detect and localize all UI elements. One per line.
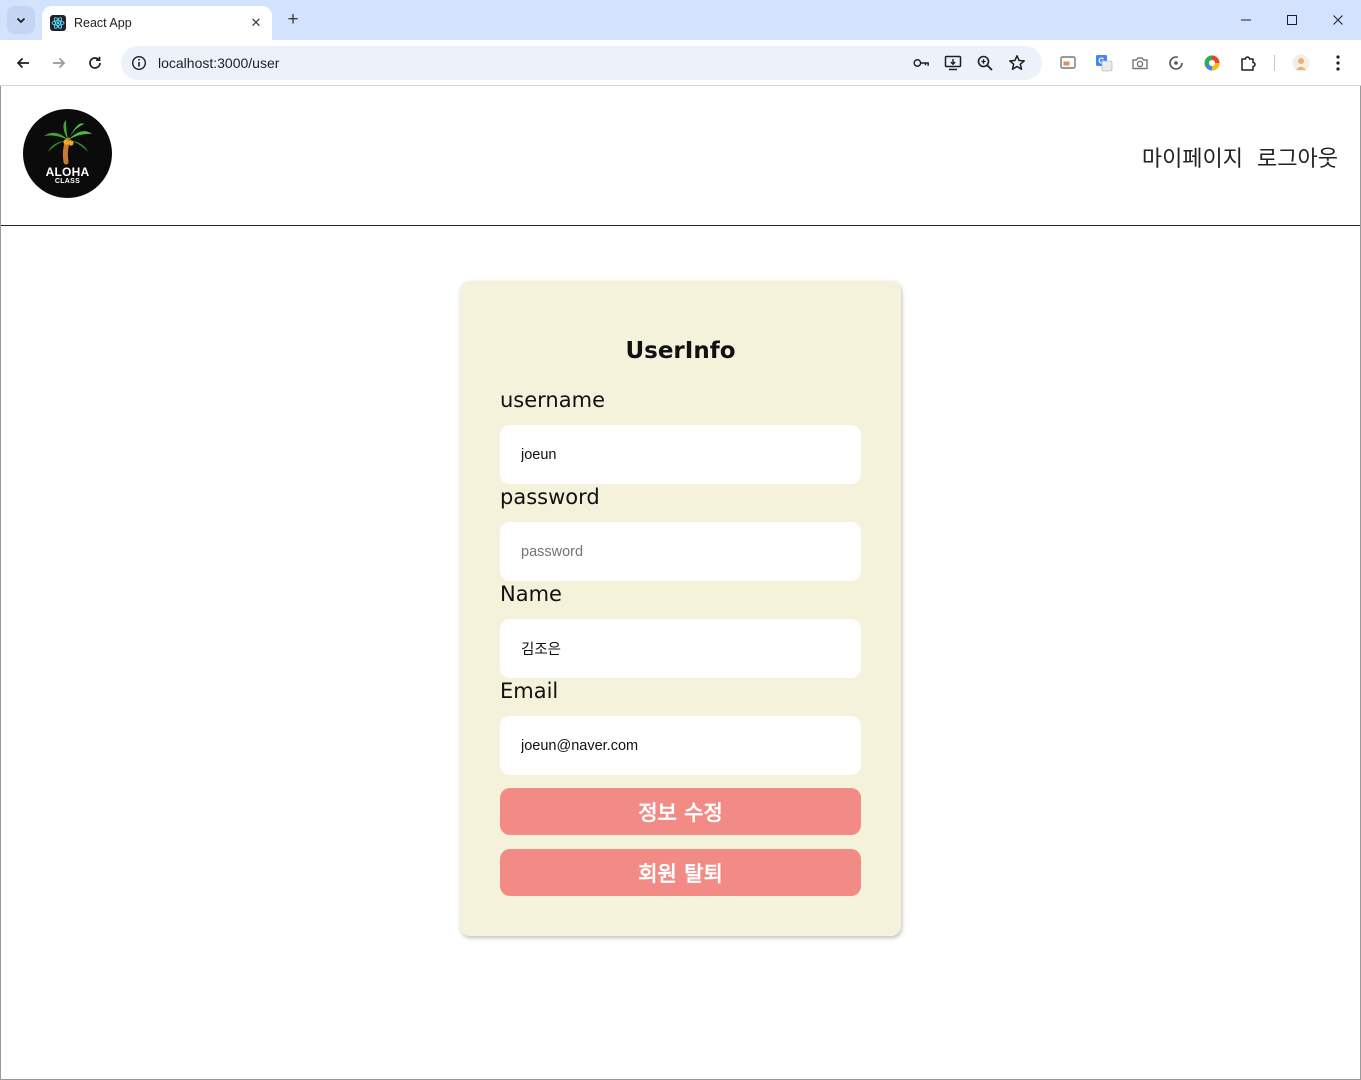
logo-subtitle: CLASS [54, 178, 81, 185]
address-bar[interactable]: localhost:3000/user [121, 46, 1042, 80]
url-text: localhost:3000/user [158, 55, 280, 71]
react-favicon-icon [50, 15, 66, 31]
minimize-icon [1241, 19, 1251, 21]
new-tab-button[interactable]: + [282, 9, 304, 31]
tab-close-button[interactable]: ✕ [246, 13, 266, 33]
toolbar-divider [1274, 55, 1275, 71]
browser-tabstrip: React App ✕ + [0, 0, 1361, 40]
site-header: ALOHA CLASS 마이페이지 로그아웃 [1, 87, 1360, 226]
close-icon [1333, 15, 1343, 25]
nav-link-logout[interactable]: 로그아웃 [1257, 141, 1338, 173]
email-input[interactable] [500, 716, 861, 775]
forward-button[interactable] [45, 49, 73, 77]
name-label: Name [500, 582, 562, 606]
tab-title: React App [74, 16, 132, 30]
page-viewport: ALOHA CLASS 마이페이지 로그아웃 UserInfo username… [1, 87, 1360, 1078]
header-nav: 마이페이지 로그아웃 [1142, 141, 1338, 173]
browser-toolbar: localhost:3000/user G [0, 40, 1361, 86]
bookmark-star-icon[interactable] [1008, 54, 1026, 72]
refresh-extension-icon[interactable] [1166, 53, 1186, 73]
email-label: Email [500, 679, 559, 703]
maximize-button[interactable] [1269, 0, 1315, 40]
tab-search-button[interactable] [7, 6, 35, 34]
reload-button[interactable] [81, 49, 109, 77]
minimize-button[interactable] [1223, 0, 1269, 40]
chevron-down-icon [16, 17, 26, 24]
browser-menu-icon[interactable] [1328, 53, 1348, 73]
update-info-button[interactable]: 정보 수정 [500, 788, 861, 835]
nav-link-mypage[interactable]: 마이페이지 [1142, 141, 1243, 173]
camera-extension-icon[interactable] [1130, 53, 1150, 73]
logo-title: ALOHA [45, 165, 90, 179]
username-input[interactable] [500, 425, 861, 484]
userinfo-card: UserInfo username password Name Email 정보… [460, 281, 901, 936]
reload-icon [89, 56, 101, 69]
browser-tab-active[interactable]: React App ✕ [42, 6, 272, 40]
zoom-icon[interactable] [976, 54, 994, 72]
withdraw-member-button[interactable]: 회원 탈퇴 [500, 849, 861, 896]
form-title: UserInfo [625, 338, 736, 364]
password-input[interactable] [500, 522, 861, 581]
back-button[interactable] [9, 49, 37, 77]
name-input[interactable] [500, 619, 861, 678]
username-label: username [500, 388, 605, 412]
translate-extension-icon[interactable]: G [1094, 53, 1114, 73]
aloha-logo[interactable]: ALOHA CLASS [23, 109, 112, 198]
cast-extension-icon[interactable] [1058, 53, 1078, 73]
maximize-icon [1287, 15, 1297, 25]
install-app-icon[interactable] [944, 54, 962, 72]
password-label: password [500, 485, 600, 509]
extensions-puzzle-icon[interactable] [1238, 53, 1258, 73]
color-picker-extension-icon[interactable] [1202, 53, 1222, 73]
arrow-left-icon [16, 57, 29, 69]
window-controls [1223, 0, 1361, 40]
profile-avatar[interactable] [1291, 53, 1311, 73]
password-key-icon[interactable] [912, 54, 930, 72]
close-window-button[interactable] [1315, 0, 1361, 40]
site-info-icon[interactable] [130, 54, 148, 72]
arrow-right-icon [53, 57, 66, 69]
